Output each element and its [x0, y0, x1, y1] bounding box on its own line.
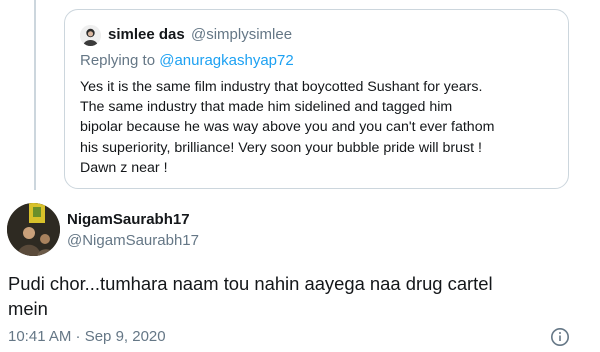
author-handle[interactable]: @NigamSaurabh17 — [67, 231, 199, 251]
tweet-text: Pudi chor...tumhara naam tou nahin aayeg… — [8, 271, 588, 321]
info-icon-glyph — [551, 328, 569, 346]
quoted-body-line: Dawn z near ! — [80, 159, 168, 176]
quoted-author-handle[interactable]: @simplysimlee — [191, 25, 292, 45]
info-icon[interactable] — [550, 327, 570, 347]
quoted-tweet-body: Yes it is the same film industry that bo… — [80, 77, 560, 178]
author-avatar-image — [7, 203, 60, 256]
quoted-body-line: bipolar because he was way above you and… — [80, 119, 495, 136]
replying-to-handle-link[interactable]: @anuragkashyap72 — [159, 52, 294, 69]
replying-to-label: Replying to — [80, 52, 160, 69]
author-avatar[interactable] — [7, 203, 60, 256]
tweet-text-line: Pudi chor...tumhara naam tou nahin aayeg… — [8, 273, 493, 294]
quoted-avatar-image — [80, 25, 101, 46]
thread-connector-line — [34, 0, 36, 190]
tweet-timestamp[interactable]: 10:41 AM · Sep 9, 2020 — [8, 327, 166, 347]
quoted-body-line: Yes it is the same film industry that bo… — [80, 79, 483, 95]
quoted-author-avatar[interactable] — [80, 25, 101, 46]
quoted-tweet-card[interactable]: simlee das @simplysimlee Replying to @an… — [64, 9, 569, 189]
quoted-author-name[interactable]: simlee das — [108, 25, 185, 45]
quoted-body-line: his superiority, brilliance! Very soon y… — [80, 139, 482, 156]
quoted-body-line: The same industry that made him sideline… — [80, 99, 453, 116]
replying-to-line: Replying to @anuragkashyap72 — [80, 51, 294, 71]
tweet-text-line: mein — [8, 298, 48, 319]
author-name[interactable]: NigamSaurabh17 — [67, 210, 190, 230]
